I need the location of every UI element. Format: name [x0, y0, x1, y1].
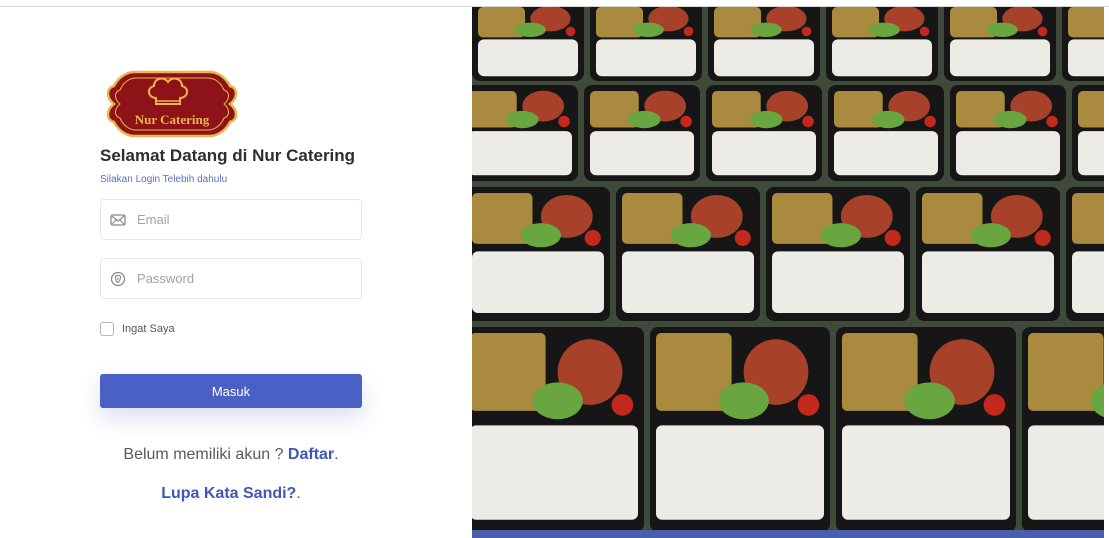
forgot-suffix: . [296, 485, 301, 502]
mail-icon [110, 214, 126, 226]
page-title: Selamat Datang di Nur Catering [100, 146, 356, 165]
forgot-password: Lupa Kata Sandi?. [0, 485, 462, 503]
register-prompt-text: Belum memiliki akun ? [123, 446, 288, 463]
remember-checkbox[interactable] [100, 322, 114, 336]
register-link[interactable]: Daftar [288, 446, 334, 463]
register-suffix: . [334, 446, 339, 463]
register-prompt: Belum memiliki akun ? Daftar. [0, 446, 462, 464]
hero-bottom-bar [472, 530, 1108, 538]
forgot-password-link[interactable]: Lupa Kata Sandi? [161, 485, 296, 502]
shield-icon [110, 271, 126, 287]
remember-me[interactable]: Ingat Saya [100, 320, 175, 338]
password-input[interactable] [137, 259, 353, 298]
page-subtitle: Silakan Login Telebih dahulu [100, 174, 228, 185]
catering-food-photo [472, 7, 1108, 530]
nur-catering-logo: Nur Catering [106, 70, 238, 138]
password-field[interactable] [100, 258, 362, 299]
email-input[interactable] [137, 200, 353, 239]
page-scrollbar[interactable] [1104, 7, 1109, 538]
login-button[interactable]: Masuk [100, 374, 362, 408]
logo-text: Nur Catering [135, 112, 210, 127]
email-field[interactable] [100, 199, 362, 240]
remember-label: Ingat Saya [122, 323, 175, 335]
